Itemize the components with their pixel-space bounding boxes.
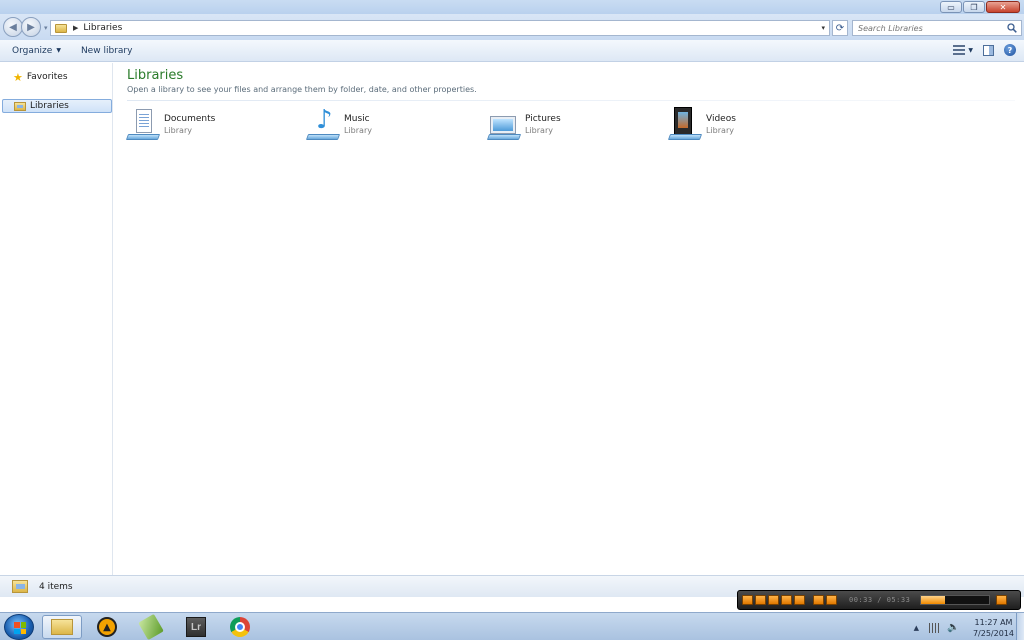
library-type: Library — [344, 126, 372, 135]
libraries-icon — [12, 580, 28, 593]
library-pictures[interactable]: Pictures Library — [486, 107, 657, 143]
preview-pane-icon[interactable] — [983, 44, 994, 56]
new-library-button[interactable]: New library — [81, 46, 132, 56]
library-type: Library — [525, 126, 553, 135]
show-desktop-button[interactable] — [1016, 613, 1024, 640]
eject-icon[interactable] — [826, 595, 837, 605]
organize-button[interactable]: Organize ▼ — [12, 46, 61, 56]
library-type: Library — [706, 126, 734, 135]
page-description: Open a library to see your files and arr… — [127, 85, 477, 94]
view-options-icon — [953, 45, 966, 55]
playback-time: 00:33 / 05:33 — [849, 596, 911, 604]
show-hidden-icons-icon[interactable]: ▲ — [914, 624, 919, 632]
windows-logo-icon — [14, 622, 26, 634]
minimize-button[interactable]: ▭ — [940, 1, 962, 13]
taskbar: ▲ Lr ▲ 🔈 11:27 AM 7/25/2014 — [0, 612, 1024, 640]
address-bar[interactable]: ▶ Libraries ▾ — [50, 20, 830, 36]
refresh-button[interactable]: ⟳ — [832, 20, 848, 36]
command-bar-right: ▼ ? — [953, 44, 1016, 56]
address-dropdown-icon[interactable]: ▾ — [821, 24, 825, 32]
system-tray: ▲ 🔈 11:27 AM 7/25/2014 — [914, 617, 1014, 639]
nav-item-libraries[interactable]: Libraries — [2, 99, 112, 113]
taskbar-chrome[interactable] — [220, 615, 260, 639]
documents-library-icon — [125, 107, 161, 141]
new-library-label: New library — [80, 45, 133, 56]
chevron-down-icon: ▼ — [968, 46, 973, 54]
taskbar-windows-explorer[interactable] — [42, 615, 82, 639]
videos-library-icon — [667, 107, 703, 141]
search-box[interactable] — [852, 20, 1022, 36]
window-title-bar: ▭ ❐ ✕ — [0, 0, 1024, 14]
media-player-toolbar: 00:33 / 05:33 — [737, 590, 1021, 610]
recent-pages-dropdown[interactable]: ▾ — [44, 24, 48, 32]
library-name: Documents — [164, 114, 216, 124]
nav-item-favorites[interactable]: ★ Favorites — [2, 70, 112, 84]
next-icon[interactable] — [794, 595, 805, 605]
restore-button[interactable]: ❐ — [963, 1, 985, 13]
back-button[interactable]: ◀ — [3, 17, 23, 37]
pause-icon[interactable] — [755, 595, 766, 605]
library-music[interactable]: ♪ Music Library — [305, 107, 476, 143]
pictures-library-icon — [486, 107, 522, 141]
taskbar-lightroom[interactable]: Lr — [176, 615, 216, 639]
command-bar: Organize ▼ New library ▼ ? — [0, 40, 1024, 62]
editor-icon — [138, 613, 164, 640]
forward-button[interactable]: ▶ — [21, 17, 41, 37]
libraries-icon — [14, 101, 26, 111]
chevron-down-icon: ▼ — [56, 47, 61, 54]
library-type: Library — [164, 126, 192, 135]
clock-date: 7/25/2014 — [972, 629, 1014, 638]
search-icon[interactable] — [1007, 23, 1017, 33]
library-name: Videos — [706, 114, 736, 124]
breadcrumb-arrow-icon[interactable]: ▶ — [73, 24, 78, 32]
minimize-player-icon[interactable] — [996, 595, 1008, 605]
window-controls: ▭ ❐ ✕ — [940, 1, 1020, 13]
navigation-bar: ◀ ▶ ▾ ▶ Libraries ▾ ⟳ — [0, 14, 1024, 40]
music-library-icon: ♪ — [305, 107, 341, 141]
library-videos[interactable]: Videos Library — [667, 107, 838, 143]
navigation-pane: ★ Favorites Libraries — [0, 63, 113, 575]
breadcrumb-libraries[interactable]: Libraries — [83, 23, 122, 33]
libraries-folder-icon — [55, 23, 67, 33]
page-title: Libraries — [127, 68, 184, 83]
chrome-icon — [230, 617, 250, 637]
divider — [127, 100, 1015, 101]
close-button[interactable]: ✕ — [986, 1, 1020, 13]
nav-item-label: Favorites — [26, 72, 68, 82]
volume-fill — [921, 596, 946, 604]
item-count: 4 items — [39, 581, 73, 592]
content-area: Libraries Open a library to see your fil… — [114, 63, 1024, 575]
aimp-icon: ▲ — [97, 617, 117, 637]
volume-slider[interactable] — [920, 595, 991, 605]
windows-explorer-icon — [51, 619, 73, 635]
start-button[interactable] — [4, 614, 34, 640]
volume-icon[interactable]: 🔈 — [947, 623, 959, 633]
library-name: Music — [344, 114, 370, 124]
organize-label: Organize — [12, 45, 53, 56]
clock[interactable]: 11:27 AM 7/25/2014 — [973, 617, 1014, 639]
search-input[interactable] — [858, 23, 1003, 33]
previous-icon[interactable] — [781, 595, 792, 605]
playlist-icon[interactable] — [813, 595, 824, 605]
library-name: Pictures — [525, 114, 561, 124]
star-icon: ★ — [13, 70, 23, 84]
clock-time: 11:27 AM — [974, 618, 1013, 627]
taskbar-aimp[interactable]: ▲ — [87, 615, 127, 639]
network-icon[interactable] — [926, 623, 939, 633]
stop-icon[interactable] — [768, 595, 779, 605]
change-view-button[interactable]: ▼ — [953, 45, 973, 55]
nav-item-label: Libraries — [30, 101, 69, 111]
help-icon[interactable]: ? — [1004, 44, 1016, 56]
library-documents[interactable]: Documents Library — [125, 107, 296, 143]
play-icon[interactable] — [742, 595, 753, 605]
history-buttons: ◀ ▶ — [3, 17, 41, 37]
lightroom-icon: Lr — [186, 617, 206, 637]
taskbar-editor[interactable] — [131, 613, 171, 640]
